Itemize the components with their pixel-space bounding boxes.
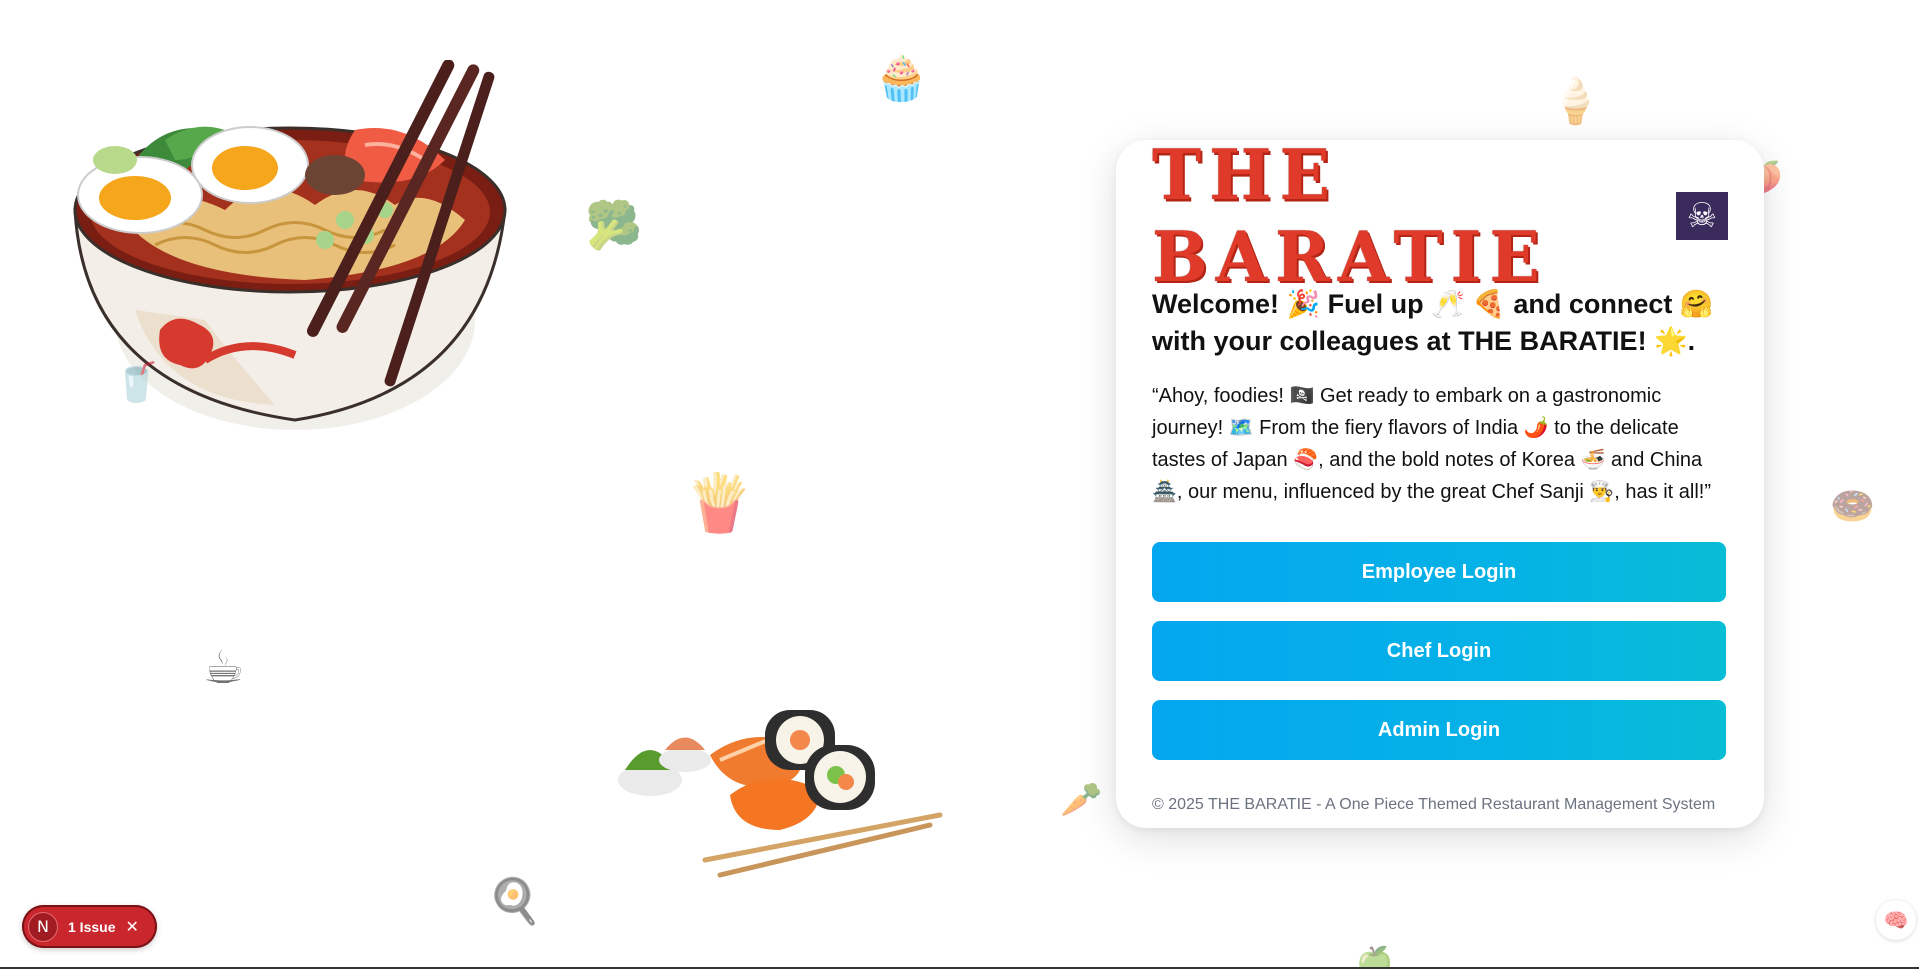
intro-quote-line1: “Ahoy, foodies! 🏴‍☠️ Get ready to embark…: [1152, 385, 1662, 407]
apple-icon: 🍏: [1356, 945, 1394, 969]
carrot-icon: 🥕: [1060, 780, 1103, 820]
cup-icon: 🥤: [113, 360, 161, 404]
page: 🧁 🍦 🥦 🍟 🥤 ☕ 🍩 🥕 🍳 🍑 🍏 THE BARATIE ☠ Welc…: [0, 0, 1919, 969]
admin-login-button[interactable]: Admin Login: [1152, 700, 1726, 760]
close-icon[interactable]: ✕: [125, 917, 138, 936]
ice-cream-icon: 🍦: [1548, 76, 1603, 127]
sushi-image: [610, 700, 950, 890]
coffee-icon: ☕: [203, 640, 245, 694]
brain-icon[interactable]: 🧠: [1876, 900, 1916, 940]
chef-login-button[interactable]: Chef Login: [1152, 621, 1726, 681]
footer-copyright: © 2025 THE BARATIE - A One Piece Themed …: [1152, 796, 1716, 813]
intro-quote-line4: 🏯, our menu, influenced by the great Che…: [1152, 481, 1711, 503]
brand-header: THE BARATIE ☠: [1152, 134, 1728, 298]
donut-icon: 🍩: [1830, 486, 1875, 527]
cupcake-icon: 🧁: [874, 53, 929, 104]
broccoli-icon: 🥦: [585, 198, 643, 252]
nextjs-logo-icon: N: [28, 911, 58, 942]
intro-quote-line2: journey! 🗺️ From the fiery flavors of In…: [1152, 417, 1679, 439]
welcome-heading-line2: with your colleagues at THE BARATIE! 🌟.: [1152, 326, 1696, 356]
frying-pan-icon: 🍳: [487, 876, 542, 927]
employee-login-button[interactable]: Employee Login: [1152, 542, 1726, 602]
brand-title: THE BARATIE: [1152, 134, 1548, 298]
pirate-flag-icon: ☠: [1675, 192, 1728, 240]
intro-quote: “Ahoy, foodies! 🏴‍☠️ Get ready to embark…: [1152, 380, 1728, 508]
issues-badge[interactable]: N 1 Issue ✕: [22, 905, 157, 948]
intro-quote-line3: tastes of Japan 🍣, and the bold notes of…: [1152, 449, 1703, 471]
login-card: THE BARATIE ☠ Welcome! 🎉 Fuel up 🥂 🍕 and…: [1116, 134, 1764, 828]
fries-icon: 🍟: [684, 471, 754, 536]
issues-count-label: 1 Issue: [68, 918, 116, 935]
